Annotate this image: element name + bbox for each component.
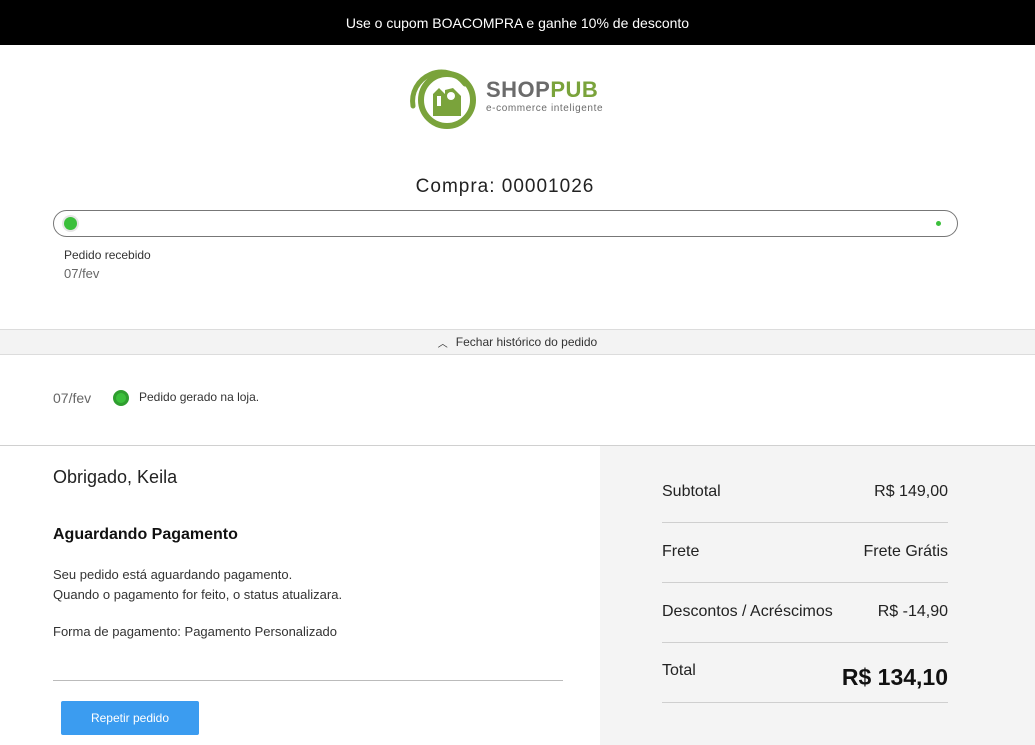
summary-row-shipping: Frete Frete Grátis: [662, 522, 948, 583]
total-label: Total: [662, 662, 696, 679]
brand-name-pub: PUB: [550, 76, 599, 102]
brand-tagline: e-commerce inteligente: [486, 102, 604, 114]
details-divider: [53, 680, 563, 681]
history-entry-date: 07/fev: [53, 390, 92, 406]
discount-label: Descontos / Acréscimos: [662, 603, 833, 620]
order-status-title: Aguardando Pagamento: [53, 526, 238, 543]
progress-step-label: Pedido recebido: [64, 248, 151, 262]
status-line-1: Seu pedido está aguardando pagamento.: [53, 567, 293, 582]
chevron-up-icon: ︿: [437, 338, 448, 350]
progress-step-date: 07/fev: [64, 266, 100, 281]
shoppub-logo[interactable]: SHOPPUB e-commerce inteligente: [407, 66, 603, 130]
history-entry-text: Pedido gerado na loja.: [139, 390, 260, 404]
shoppub-logo-icon: [410, 69, 476, 129]
progress-end-dot: [936, 221, 941, 226]
progress-current-dot: [64, 217, 77, 230]
history-toggle-label: Fechar histórico do pedido: [455, 335, 598, 349]
shipping-label: Frete: [662, 543, 700, 560]
summary-row-subtotal: Subtotal R$ 149,00: [662, 462, 948, 523]
subtotal-label: Subtotal: [662, 483, 721, 500]
promo-banner: Use o cupom BOACOMPRA e ganhe 10% de des…: [0, 0, 1035, 45]
thank-you-message: Obrigado, Keila: [53, 467, 178, 487]
order-title: Compra: 00001026: [415, 176, 595, 197]
summary-row-total: Total R$ 134,10: [662, 642, 948, 703]
order-summary-panel: Subtotal R$ 149,00 Frete Frete Grátis De…: [600, 446, 1035, 745]
discount-value: R$ -14,90: [877, 603, 948, 620]
payment-method: Forma de pagamento: Pagamento Personaliz…: [53, 624, 338, 639]
history-toggle-button[interactable]: ︿ Fechar histórico do pedido: [0, 329, 1035, 355]
total-value: R$ 134,10: [841, 663, 948, 690]
shipping-value: Frete Grátis: [863, 543, 948, 560]
status-line-2: Quando o pagamento for feito, o status a…: [53, 587, 343, 602]
order-progress-bar: [53, 210, 958, 237]
order-status-description: Seu pedido está aguardando pagamento. Qu…: [53, 565, 342, 605]
progress-start-marker: [62, 215, 79, 232]
summary-row-discounts: Descontos / Acréscimos R$ -14,90: [662, 582, 948, 643]
brand-name-shop: SHOP: [486, 76, 551, 102]
promo-text: Use o cupom BOACOMPRA e ganhe 10% de des…: [345, 14, 690, 31]
subtotal-value: R$ 149,00: [874, 483, 948, 500]
history-status-dot-icon: [113, 390, 129, 406]
repeat-order-button[interactable]: Repetir pedido: [61, 701, 199, 735]
